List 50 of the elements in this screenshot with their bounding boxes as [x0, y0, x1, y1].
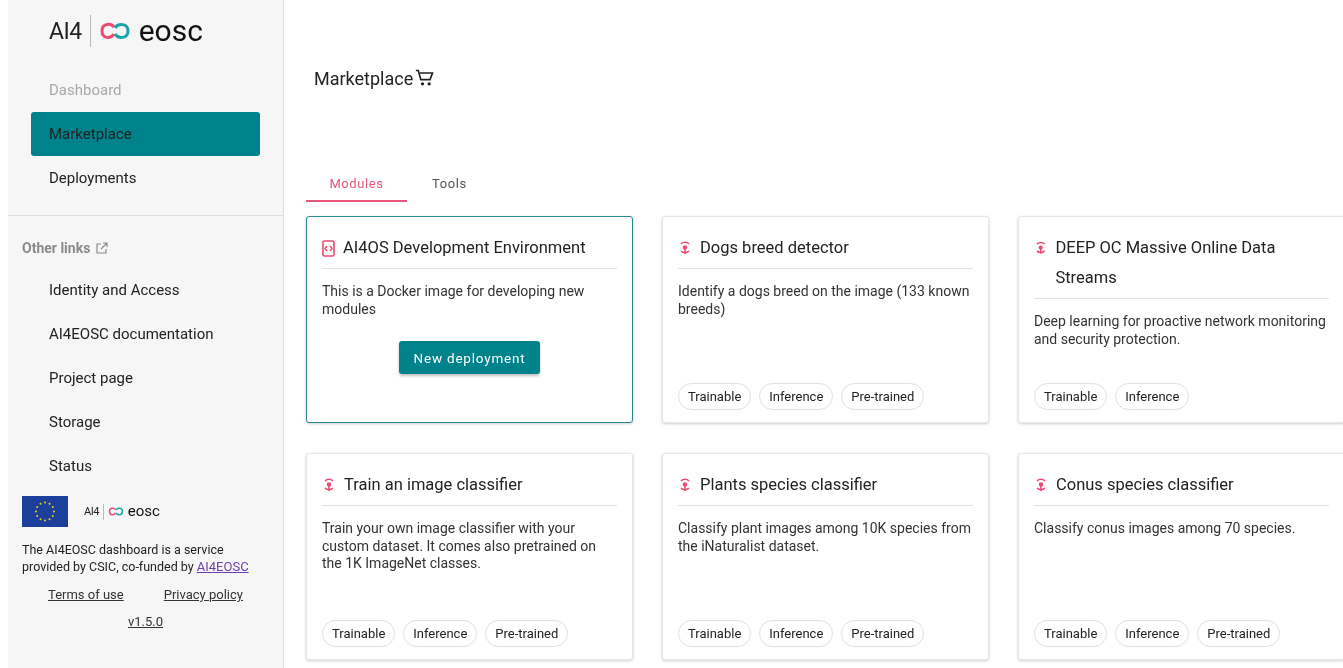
logo-text: eosc	[138, 16, 203, 46]
rotate-icon	[1034, 477, 1048, 492]
footer-link[interactable]: Terms of use	[48, 587, 124, 602]
infinity-logo-icon	[107, 507, 124, 516]
nav-item[interactable]: Deployments	[31, 156, 260, 200]
cart-icon	[415, 68, 436, 88]
logo-text: AI4	[84, 505, 99, 518]
page-title: Marketplace	[314, 67, 414, 89]
sidebar-link[interactable]: Identity and Access	[8, 268, 283, 312]
external-link-icon	[96, 242, 109, 254]
tab[interactable]: Modules	[306, 166, 407, 202]
sidebar-link[interactable]: Status	[8, 444, 283, 488]
rotate-icon	[322, 477, 336, 492]
card-title: DEEP OC Massive Online Data Streams	[1055, 237, 1277, 289]
logo-text: eosc	[127, 504, 160, 519]
logo-text: AI4	[49, 17, 82, 45]
module-card[interactable]: Plants species classifier Classify plant images among 10K species from the iNaturalist dataset. Trainable Inference Pre-trained	[662, 453, 989, 660]
sidebar-link[interactable]: Storage	[8, 400, 283, 444]
tab[interactable]: Tools	[407, 166, 492, 202]
rotate-icon	[678, 477, 692, 492]
module-card[interactable]: Dogs breed detector Identify a dogs breed on the image (133 known breeds) Trainable Inference Pre-trained	[662, 216, 989, 423]
card-title: Train an image classifier	[344, 474, 523, 496]
card-title: AI4OS Development Environment	[343, 237, 586, 259]
eu-flag-icon	[22, 496, 68, 527]
code-icon	[322, 240, 335, 257]
card-title: Dogs breed detector	[700, 237, 849, 259]
rotate-icon	[1034, 240, 1048, 255]
footer-text: The AI4EOSC dashboard is a service provided by CSIC, co-funded by AI4EOSC	[22, 541, 250, 575]
version-link[interactable]: v1.5.0	[127, 614, 164, 629]
card-description: Deep learning for proactive network monitoring and security protection.	[1034, 313, 1327, 348]
nav-item[interactable]: Marketplace	[31, 112, 260, 156]
card-title: Conus species classifier	[1056, 474, 1234, 496]
module-card[interactable]: Conus species classifier Classify conus images among 70 species. Trainable Inference Pre-trained	[1018, 453, 1343, 660]
sidebar-link[interactable]: AI4EOSC documentation	[8, 312, 283, 356]
rotate-icon	[678, 240, 692, 255]
card-description: Classify conus images among 70 species.	[1034, 520, 1297, 538]
infinity-logo-icon	[98, 22, 131, 40]
new-deployment-button[interactable]: New deployment	[398, 341, 541, 374]
card-description: This is a Docker image for developing new modules	[322, 283, 586, 318]
module-card[interactable]: Train an image classifier Train your own image classifier with your custom dataset. It comes also pretrained on the 1K ImageNet classes. Trainable Inference Pre-trained	[306, 453, 633, 660]
card-description: Identify a dogs breed on the image (133 known breeds)	[678, 283, 971, 318]
card-description: Train your own image classifier with your custom dataset. It comes also pretrained on the 1K ImageNet classes.	[322, 520, 598, 573]
footer-link[interactable]: Privacy policy	[163, 587, 243, 602]
card-description: Classify plant images among 10K species from the iNaturalist dataset.	[678, 520, 972, 555]
module-card[interactable]: AI4OS Development Environment This is a Docker image for developing new modules New deployment	[306, 216, 633, 423]
sidebar-link[interactable]: Project page	[8, 356, 283, 400]
section-title: Other links	[22, 240, 91, 256]
module-card[interactable]: DEEP OC Massive Online Data Streams Deep learning for proactive network monitoring and security protection. Trainable Inference	[1018, 216, 1343, 423]
ai4eosc-link[interactable]: AI4EOSC	[196, 559, 249, 574]
card-title: Plants species classifier	[700, 474, 878, 496]
